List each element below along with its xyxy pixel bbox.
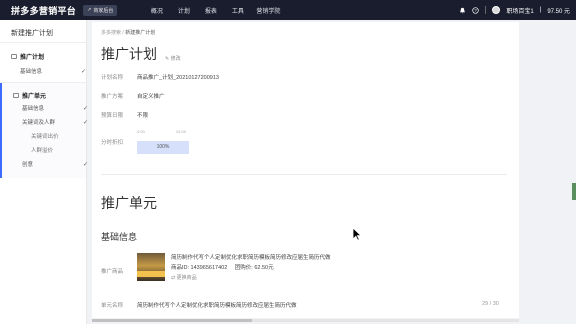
edit-plan-button[interactable]: ✎ 修改	[165, 55, 181, 62]
product-price: 团购价: 62.50元	[234, 265, 274, 271]
breadcrumb-root[interactable]: 多多搜索	[101, 30, 121, 36]
avatar[interactable]	[492, 6, 501, 14]
top-navbar: 拼多多营销平台 ↗ 商家后台 概况 计划 报表 工具 营销学院 ? 职场百宝1 …	[0, 0, 576, 20]
folder-icon	[11, 54, 17, 59]
sidebar-item-label: 基础信息	[20, 69, 43, 75]
sidebar-group-unit: 推广单元 基础信息 ✓ 关键词及人群 ✓ 关键词出价 人群溢价 创意 ✓	[0, 83, 88, 178]
section-divider	[101, 174, 507, 175]
change-product-button[interactable]: ⇄ 更换商品	[171, 274, 197, 281]
sidebar-item-keyword-bid[interactable]: 关键词出价	[31, 130, 88, 144]
sidebar-item-keywords[interactable]: 关键词及人群 ✓	[22, 116, 88, 130]
sidebar-item-unit-basic[interactable]: 基础信息 ✓	[22, 102, 88, 116]
wizard-sidebar: 新建推广计划 推广计划 基础信息 ✓ 推广单元 基础信息 ✓ 关键词及人群 ✓ …	[0, 20, 88, 324]
sidebar-head-label: 推广计划	[20, 55, 45, 61]
unit-name-char-count: 29 / 30	[482, 301, 499, 307]
sidebar-head-unit[interactable]: 推广单元	[13, 91, 86, 100]
breadcrumb: 多多搜索 / 新建推广计划	[101, 29, 155, 36]
nav-overview[interactable]: 概况	[143, 6, 170, 15]
check-icon: ✓	[82, 162, 88, 168]
scrollbar-thumb[interactable]	[92, 319, 252, 322]
divider	[485, 6, 487, 14]
unit-name-input[interactable]: 简历制作代写个人定制优化求职简历模板简历修改应届生简历代做	[137, 301, 297, 309]
unit-section-title: 推广单元	[101, 195, 157, 211]
time-tick-end: 24:00	[176, 129, 187, 134]
product-id: 商品ID: 143965617402	[171, 265, 228, 271]
help-icon[interactable]: ?	[472, 6, 480, 14]
account-name[interactable]: 职场百宝1	[506, 6, 533, 15]
sidebar-head-plan[interactable]: 推广计划	[11, 52, 86, 61]
external-link-icon: ↗	[87, 7, 92, 13]
sidebar-head-label: 推广单元	[22, 94, 47, 100]
sidebar-item-label: 关键词及人群	[22, 120, 56, 126]
time-discount-bar[interactable]: 100%	[137, 141, 189, 154]
sidebar-item-plan-basic[interactable]: 基础信息 ✓	[20, 65, 86, 79]
brand-logo[interactable]: 拼多多营销平台	[11, 4, 76, 17]
vertical-scrollbar[interactable]	[572, 183, 576, 200]
basic-info-title: 基础信息	[101, 232, 138, 242]
plan-name-label: 计划名称	[101, 75, 124, 81]
account-balance: 97.50 元	[547, 8, 570, 15]
plan-name-value: 商品推广_计划_20210127200913	[137, 75, 219, 81]
main-panel: 多多搜索 / 新建推广计划 推广计划 ✎ 修改 计划名称 商品推广_计划_202…	[92, 22, 519, 318]
product-label: 推广商品	[101, 269, 124, 275]
top-right-area: ? 职场百宝1 | 97.50 元	[459, 0, 570, 20]
unit-name-label: 单元名称	[101, 303, 124, 309]
breadcrumb-current: 新建推广计划	[125, 30, 156, 36]
check-icon: ✓	[80, 69, 86, 75]
nav-reports[interactable]: 报表	[197, 6, 224, 15]
daily-budget-label: 预算日限	[101, 113, 124, 119]
daily-budget-value: 不限	[137, 113, 149, 119]
time-discount-label: 分时折扣	[101, 140, 124, 146]
plan-scheme-label: 推广方案	[101, 94, 124, 100]
sidebar-title: 新建推广计划	[0, 20, 86, 43]
sidebar-group-plan: 推广计划 基础信息 ✓	[0, 43, 86, 83]
bell-icon[interactable]	[459, 7, 466, 14]
back-to-merchant-label: 商家后台	[93, 7, 114, 14]
nav-academy[interactable]: 营销学院	[251, 6, 285, 15]
sidebar-item-audience-premium[interactable]: 人群溢价	[31, 144, 88, 158]
nav-plans[interactable]: 计划	[170, 6, 197, 15]
product-title: 简历制作代写个人定制优化求职简历模板简历修改应届生简历代做	[171, 255, 331, 261]
svg-text:?: ?	[475, 8, 478, 13]
plan-scheme-value: 自定义推广	[137, 94, 165, 100]
change-product-label: 更换商品	[176, 275, 197, 281]
edit-icon: ✎	[165, 56, 170, 62]
plan-section-title: 推广计划	[101, 46, 157, 62]
check-icon: ✓	[82, 120, 88, 126]
sidebar-item-label: 基础信息	[22, 106, 45, 112]
folder-icon	[13, 93, 19, 98]
sidebar-item-label: 关键词出价	[31, 134, 59, 140]
time-tick-start: 0:00	[137, 129, 145, 134]
product-thumbnail	[137, 253, 165, 281]
sidebar-item-creative[interactable]: 创意 ✓	[22, 158, 88, 172]
main-nav: 概况 计划 报表 工具 营销学院	[143, 6, 285, 15]
swap-icon: ⇄	[171, 275, 176, 281]
edit-label: 修改	[170, 56, 181, 62]
nav-tools[interactable]: 工具	[224, 6, 251, 15]
account-divider: |	[539, 7, 542, 13]
check-icon: ✓	[82, 106, 88, 112]
sidebar-item-label: 创意	[22, 162, 34, 168]
mouse-cursor-icon	[352, 227, 362, 241]
back-to-merchant-button[interactable]: ↗ 商家后台	[83, 4, 118, 16]
horizontal-scrollbar[interactable]	[92, 319, 519, 322]
product-meta: 商品ID: 143965617402 团购价: 62.50元	[171, 263, 280, 271]
sidebar-item-label: 人群溢价	[31, 148, 54, 154]
